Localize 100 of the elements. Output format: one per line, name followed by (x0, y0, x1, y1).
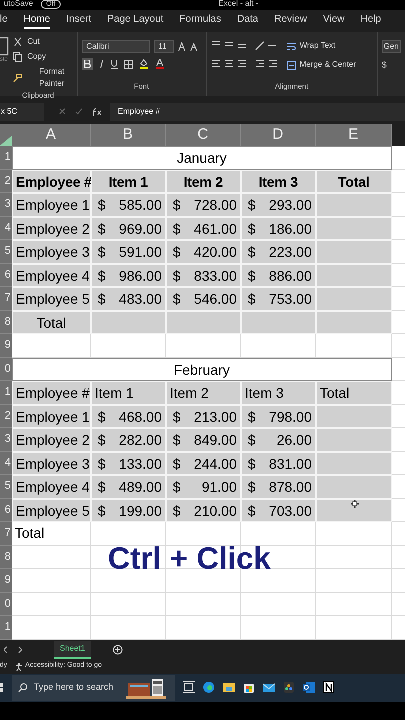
row-header[interactable]: 6 (0, 264, 12, 287)
cursor-icon (351, 500, 359, 508)
amount-text: 849.00 (194, 431, 237, 450)
merge-center-button[interactable]: Merge & Center (286, 59, 356, 71)
table-cell: Item 1 (91, 170, 166, 193)
sheet-tab[interactable]: Sheet1 (54, 640, 92, 658)
amount-text: 798.00 (269, 408, 312, 426)
currency-symbol: $ (248, 431, 256, 450)
table-cell: Employee 1 (12, 404, 91, 428)
books-calculator-icon (126, 676, 166, 698)
row-header[interactable]: 1 (0, 381, 12, 404)
format-painter-button[interactable]: Format Painter (13, 66, 77, 90)
row-header[interactable]: 7 (0, 522, 12, 546)
table-cell: Employee # (12, 170, 91, 193)
table-cell (392, 498, 405, 522)
amount-text: 468.00 (119, 408, 162, 426)
currency-symbol: $ (173, 196, 181, 215)
table-cell: Employee 2 (12, 216, 91, 240)
number-format-field[interactable]: Gen (382, 40, 401, 53)
currency-symbol: $ (98, 220, 106, 238)
row-header[interactable]: 4 (0, 216, 12, 240)
amount-text: 199.00 (119, 502, 162, 520)
row-header[interactable]: 7 (0, 287, 12, 310)
currency-button[interactable]: $ (382, 59, 401, 72)
ribbon-tab[interactable]: Formulas (180, 13, 222, 29)
row-header[interactable]: 5 (0, 475, 12, 498)
taskbar-search-field[interactable]: Type here to search (12, 674, 175, 700)
taskbar-button[interactable] (203, 681, 215, 694)
taskbar-button[interactable] (243, 681, 255, 694)
ribbon-tab[interactable]: Help (360, 13, 382, 29)
amount-text: 461.00 (194, 220, 237, 238)
row-header[interactable]: 9 (0, 569, 12, 592)
amount-text: 420.00 (194, 243, 237, 262)
ribbon-tab[interactable]: Home (24, 13, 50, 29)
taskbar-button[interactable] (283, 681, 295, 694)
ribbon-tab[interactable]: Insert (66, 13, 92, 29)
amount-text: 969.00 (119, 220, 162, 238)
bold-icon (84, 60, 91, 68)
ribbon-tab[interactable]: Page Layout (108, 13, 164, 29)
table-cell (392, 452, 405, 475)
row-header[interactable]: 4 (0, 452, 12, 475)
row-header[interactable]: 9 (0, 334, 12, 358)
taskbar-button[interactable] (263, 681, 275, 694)
column-header[interactable]: E (316, 124, 392, 146)
row-header[interactable]: 1 (0, 616, 12, 640)
font-size-field[interactable]: 11 (154, 40, 174, 53)
cut-button[interactable]: Cut (13, 36, 77, 48)
row-header[interactable]: 1 (0, 146, 12, 170)
row-header[interactable]: 8 (0, 546, 12, 569)
window-title: Excel - alt - (218, 0, 259, 8)
amount-text: 282.00 (119, 431, 162, 450)
amount-text: 91.00 (202, 478, 237, 497)
ribbon-tab[interactable]: le (0, 13, 8, 29)
currency-symbol: $ (98, 454, 106, 474)
taskbar-button[interactable] (323, 681, 335, 694)
formula-field[interactable]: Employee # (110, 103, 405, 121)
task-view-icon (183, 681, 195, 694)
table-cell: Item 3 (241, 381, 316, 404)
taskbar-button[interactable] (223, 681, 235, 694)
table-cell: Item 3 (241, 170, 316, 193)
bold-button[interactable] (82, 58, 93, 70)
browser-icon (203, 681, 215, 694)
ribbon-tab[interactable]: Data (237, 13, 258, 29)
table-cell: Total (316, 170, 392, 193)
amount-text: 210.00 (194, 502, 237, 520)
font-name-field[interactable]: Calibri (82, 40, 150, 53)
column-header[interactable]: C (166, 124, 241, 146)
scissors-icon (13, 37, 24, 47)
copy-button[interactable]: Copy (13, 51, 77, 63)
column-header[interactable]: D (241, 124, 316, 146)
row-header[interactable]: 0 (0, 592, 12, 616)
amount-text: 546.00 (194, 290, 237, 309)
row-header[interactable]: 2 (0, 170, 12, 193)
row-header[interactable]: 0 (0, 358, 12, 381)
currency-symbol: $ (173, 266, 181, 286)
italic-icon (98, 60, 105, 68)
currency-symbol: $ (98, 266, 106, 286)
row-header[interactable]: 3 (0, 193, 12, 216)
add-sheet-icon (113, 644, 124, 654)
column-header[interactable]: A (12, 124, 91, 146)
ribbon-tab[interactable]: Review (274, 13, 308, 29)
font-color-icon (154, 59, 165, 69)
search-placeholder: Type here to search (34, 680, 114, 694)
amount-text: 186.00 (269, 220, 312, 238)
name-box[interactable]: x 5C (0, 103, 44, 121)
folder-icon (223, 681, 235, 694)
row-header[interactable]: 6 (0, 498, 12, 522)
wrap-text-button[interactable]: Wrap Text (286, 40, 336, 52)
row-header[interactable]: 8 (0, 310, 12, 334)
table-cell: Total (12, 522, 91, 546)
copy-icon (13, 52, 24, 62)
ribbon-tab[interactable]: View (323, 13, 345, 29)
column-header[interactable]: B (91, 124, 166, 146)
row-header[interactable]: 3 (0, 428, 12, 452)
table-cell (392, 592, 405, 616)
row-header[interactable]: 2 (0, 404, 12, 428)
table-cell: Employee 1 (12, 193, 91, 216)
taskbar-button[interactable] (303, 681, 315, 694)
row-header[interactable]: 5 (0, 240, 12, 264)
wrap-text-icon (286, 42, 296, 50)
